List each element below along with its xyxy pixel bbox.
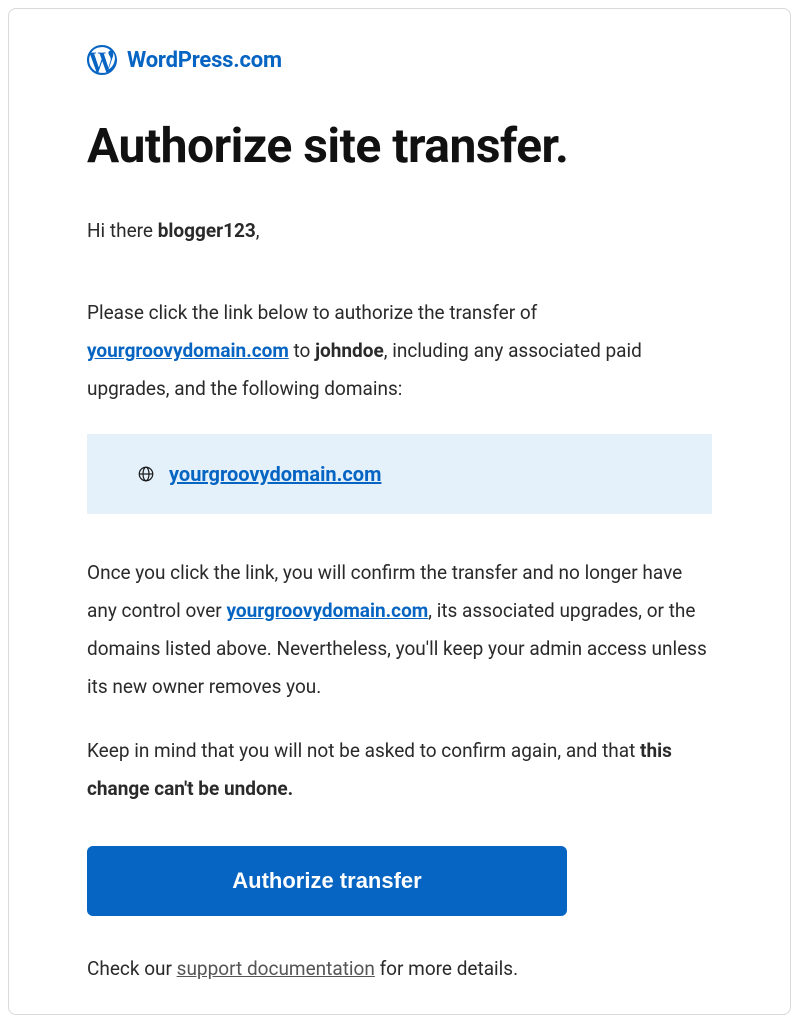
email-card: WordPress.com Authorize site transfer. H… [8,8,791,1015]
intro-paragraph: Please click the link below to authorize… [87,294,712,408]
wordpress-logo-icon [87,45,117,75]
brand: WordPress.com [87,45,712,75]
greeting-username: blogger123 [158,219,256,242]
site-link-2[interactable]: yourgroovydomain.com [226,599,428,622]
support-documentation-link[interactable]: support documentation [177,957,375,980]
brand-name: WordPress.com [127,48,282,73]
page-title: Authorize site transfer. [87,117,712,174]
site-link[interactable]: yourgroovydomain.com [87,339,289,362]
greeting-post: , [256,219,260,242]
greeting: Hi there blogger123, [87,212,712,250]
p1-pre: Please click the link below to authorize… [87,301,537,324]
p1-mid1: to [289,339,315,362]
authorize-transfer-button[interactable]: Authorize transfer [87,846,567,916]
greeting-pre: Hi there [87,219,158,242]
globe-icon [137,465,155,483]
domain-list-item: yourgroovydomain.com [137,462,662,486]
recipient-name: johndoe [315,339,384,362]
domain-list-box: yourgroovydomain.com [87,434,712,514]
footer-post: for more details. [375,957,518,980]
p3-pre: Keep in mind that you will not be asked … [87,739,640,762]
warning-paragraph: Keep in mind that you will not be asked … [87,732,712,808]
footer-paragraph: Check our support documentation for more… [87,950,712,988]
confirm-paragraph: Once you click the link, you will confir… [87,554,712,706]
domain-link[interactable]: yourgroovydomain.com [169,462,381,486]
footer-pre: Check our [87,957,177,980]
